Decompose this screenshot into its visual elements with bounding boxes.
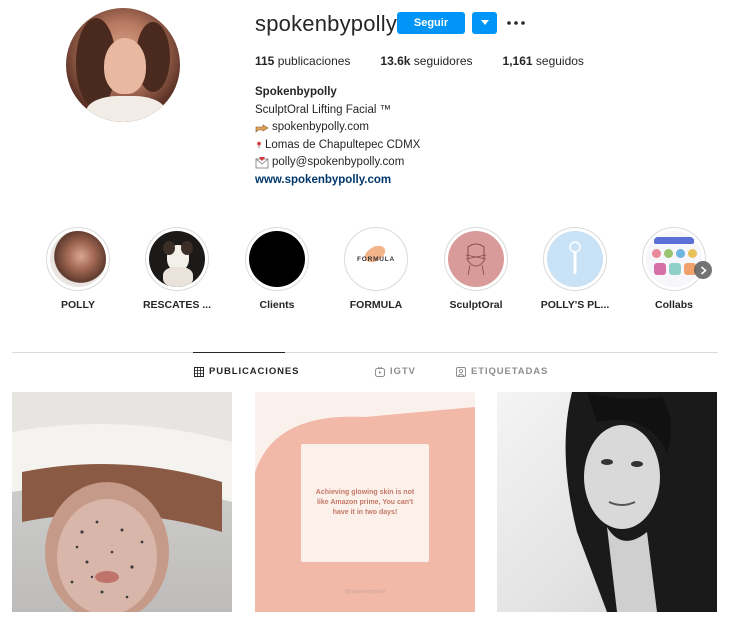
quote-text: Achieving glowing skin is not like Amazo… [315, 489, 415, 516]
grid-icon [194, 366, 204, 377]
bio-website-line: spokenbypolly.com [272, 121, 369, 133]
highlight-sculptoral-image [448, 231, 504, 287]
highlight-clients[interactable]: Clients [245, 227, 309, 311]
tag-icon [456, 366, 466, 377]
post-thumbnail-1[interactable] [12, 392, 232, 612]
face-line-art-icon [465, 243, 487, 276]
highlight-collabs-image [646, 231, 702, 287]
pin-icon [257, 141, 261, 149]
highlight-collabs[interactable]: Collabs [642, 227, 706, 311]
posts-count: 115 publicaciones [255, 54, 351, 68]
bio-external-link[interactable]: www.spokenbypolly.com [255, 172, 420, 190]
highlight-polly-image [50, 231, 106, 287]
highlights-next-button[interactable] [694, 261, 712, 279]
quote-handle: @spokenbypolly [344, 589, 386, 595]
followers-count[interactable]: 13.6k seguidores [380, 54, 472, 68]
highlight-pollys-pl[interactable]: POLLY'S PL... [541, 227, 609, 311]
profile-bio: Spokenbypolly SculptOral Lifting Facial … [255, 84, 420, 189]
suggestions-dropdown-button[interactable] [472, 12, 497, 34]
tabs-divider [12, 352, 718, 353]
highlight-rescates[interactable]: RESCATES ... [143, 227, 211, 311]
following-count[interactable]: 1,161 seguidos [503, 54, 584, 68]
tab-publicaciones[interactable]: PUBLICACIONES [194, 366, 299, 377]
active-tab-indicator [193, 352, 285, 353]
profile-avatar[interactable] [66, 8, 180, 122]
tab-igtv[interactable]: IGTV [375, 366, 416, 377]
highlight-sculptoral[interactable]: SculptOral [444, 227, 508, 311]
profile-stats: 115 publicaciones 13.6k seguidores 1,161… [255, 54, 614, 68]
bio-email-line: polly@spokenbypolly.com [272, 156, 405, 168]
quote-card: Achieving glowing skin is not like Amazo… [301, 444, 429, 562]
face-mask-photo [12, 392, 232, 612]
follow-button[interactable]: Seguir [397, 12, 465, 34]
pointing-hand-icon [255, 124, 269, 133]
tab-etiquetadas[interactable]: ETIQUETADAS [456, 366, 548, 377]
bio-tagline: SculptOral Lifting Facial ™ [255, 103, 392, 116]
chevron-down-icon [480, 20, 489, 25]
ellipsis-icon [507, 21, 525, 25]
highlight-clients-image [249, 231, 305, 287]
highlight-formula[interactable]: FORMULA FORMULA [344, 227, 408, 311]
highlight-formula-image: FORMULA [348, 231, 404, 287]
bio-name: Spokenbypolly [255, 86, 337, 98]
highlight-rescates-image [149, 231, 205, 287]
chevron-right-icon [700, 265, 707, 275]
highlight-polly[interactable]: POLLY [46, 227, 110, 311]
formula-logo-text: FORMULA [356, 256, 396, 263]
igtv-icon [375, 366, 385, 377]
post-thumbnail-3[interactable] [497, 392, 717, 612]
envelope-icon [255, 156, 269, 169]
bio-location-line: Lomas de Chapultepec CDMX [265, 138, 421, 151]
roller-tool-icon [569, 241, 581, 274]
profile-username: spokenbypolly [255, 11, 398, 36]
more-options-button[interactable] [505, 13, 527, 33]
bw-portrait-photo [565, 392, 717, 612]
highlight-pollys-pl-image [547, 231, 603, 287]
post-thumbnail-2[interactable]: Achieving glowing skin is not like Amazo… [255, 392, 475, 612]
